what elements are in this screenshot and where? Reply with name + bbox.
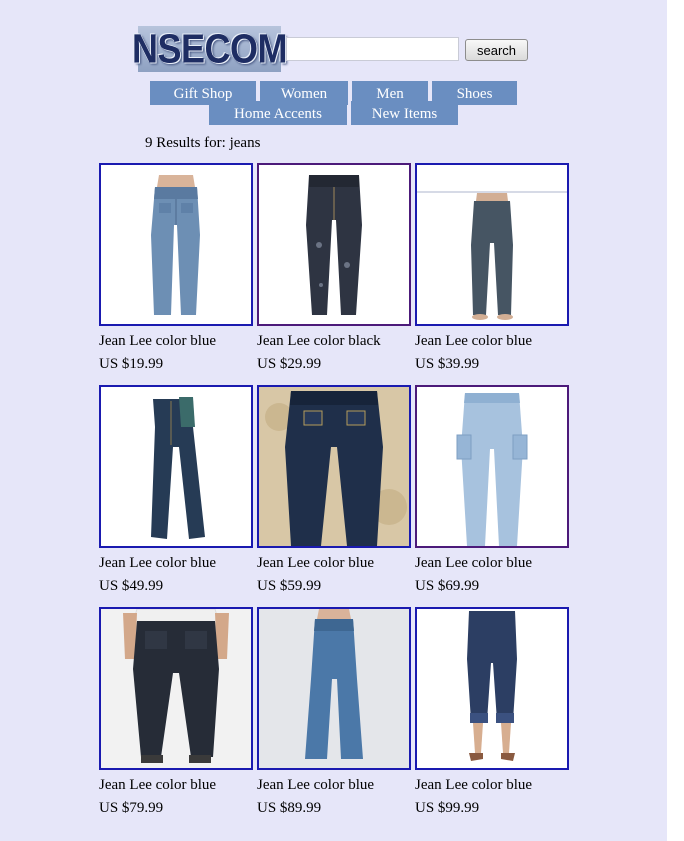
product-price-3: US $39.99	[415, 356, 480, 372]
product-name-8[interactable]: Jean Lee color blue	[257, 777, 374, 794]
product-name-5[interactable]: Jean Lee color blue	[257, 555, 374, 572]
product-price-1: US $19.99	[99, 356, 164, 372]
search-button[interactable]: search	[465, 39, 528, 61]
page-background: NSECOM search Gift Shop Women Men Shoes …	[0, 0, 667, 841]
product-name-6[interactable]: Jean Lee color blue	[415, 555, 532, 572]
product-name-2[interactable]: Jean Lee color black	[257, 333, 381, 350]
product-image-5[interactable]	[257, 385, 411, 548]
logo-text: NSECOM	[132, 25, 288, 72]
product-name-9[interactable]: Jean Lee color blue	[415, 777, 532, 794]
product-price-4: US $49.99	[99, 578, 164, 594]
product-image-4[interactable]	[99, 385, 253, 548]
product-price-8: US $89.99	[257, 800, 322, 816]
search-input[interactable]	[286, 37, 459, 61]
product-name-4[interactable]: Jean Lee color blue	[99, 555, 216, 572]
product-image-1[interactable]	[99, 163, 253, 326]
product-image-7[interactable]	[99, 607, 253, 770]
product-price-7: US $79.99	[99, 800, 164, 816]
product-name-1[interactable]: Jean Lee color blue	[99, 333, 216, 350]
product-image-8[interactable]	[257, 607, 411, 770]
product-image-9[interactable]	[415, 607, 569, 770]
product-name-7[interactable]: Jean Lee color blue	[99, 777, 216, 794]
product-image-6[interactable]	[415, 385, 569, 548]
product-image-3[interactable]	[415, 163, 569, 326]
product-price-6: US $69.99	[415, 578, 480, 594]
nav-tab-home-accents[interactable]: Home Accents	[209, 101, 347, 125]
product-name-3[interactable]: Jean Lee color blue	[415, 333, 532, 350]
product-price-2: US $29.99	[257, 356, 322, 372]
site-logo[interactable]: NSECOM	[132, 25, 288, 72]
results-summary: 9 Results for: jeans	[145, 135, 261, 151]
product-price-9: US $99.99	[415, 800, 480, 816]
product-price-5: US $59.99	[257, 578, 322, 594]
product-image-2[interactable]	[257, 163, 411, 326]
nav-tab-new-items[interactable]: New Items	[351, 101, 458, 125]
